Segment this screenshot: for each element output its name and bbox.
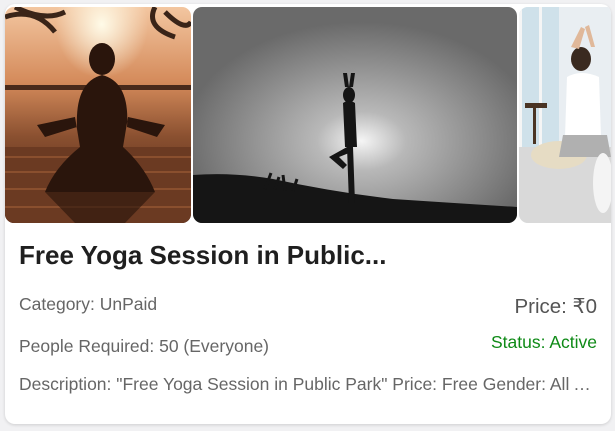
event-price: Price: ₹0 — [514, 295, 597, 318]
yoga-sunset-meditation-photo[interactable] — [5, 7, 191, 223]
image-gallery[interactable] — [5, 7, 611, 223]
yoga-indoor-prayer-pose-photo[interactable] — [519, 7, 611, 223]
event-description: Description: "Free Yoga Session in Publi… — [19, 374, 597, 394]
event-card[interactable]: Free Yoga Session in Public... Category:… — [5, 4, 611, 424]
event-title[interactable]: Free Yoga Session in Public... — [19, 240, 386, 271]
event-category: Category: UnPaid — [19, 294, 158, 314]
event-status-badge: Status: Active — [490, 332, 597, 352]
event-people-required: People Required: 50 (Everyone) — [19, 336, 270, 356]
yoga-tree-pose-silhouette-photo[interactable] — [193, 7, 517, 223]
